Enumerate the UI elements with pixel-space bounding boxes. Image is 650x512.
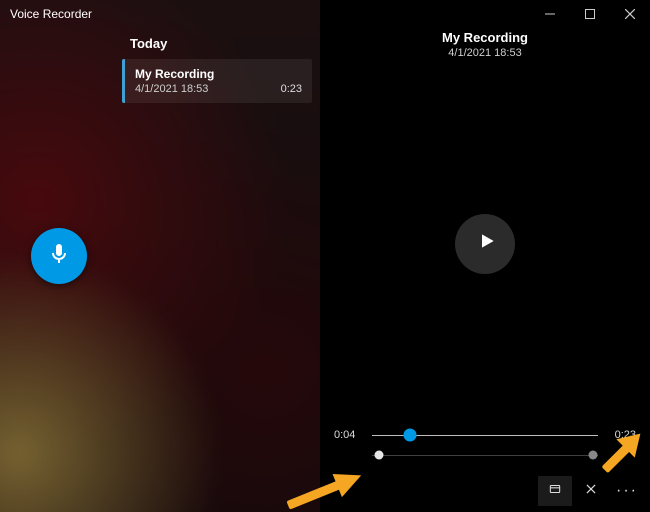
seek-row: 0:04 0:23 — [334, 428, 636, 442]
close-icon — [584, 482, 598, 501]
window-controls — [530, 0, 650, 28]
play-area — [320, 59, 650, 428]
maximize-button[interactable] — [570, 0, 610, 28]
play-icon — [474, 231, 497, 256]
current-time: 0:04 — [334, 429, 362, 441]
trim-button[interactable] — [538, 476, 572, 506]
seek-thumb[interactable] — [404, 429, 417, 442]
microphone-icon — [47, 242, 71, 271]
trim-icon — [548, 482, 562, 501]
recordings-list: Today My Recording 4/1/2021 18:53 0:23 — [118, 0, 320, 512]
titlebar: Voice Recorder — [0, 0, 650, 28]
playback-panel: My Recording 4/1/2021 18:53 0:04 0:23 — [320, 0, 650, 512]
playback-title: My Recording — [320, 30, 650, 45]
more-button[interactable]: ··· — [610, 482, 644, 500]
recording-duration: 0:23 — [281, 83, 302, 95]
app-window: Voice Recorder — [0, 0, 650, 512]
recordings-panel: Today My Recording 4/1/2021 18:53 0:23 — [0, 0, 320, 512]
total-time: 0:23 — [608, 429, 636, 441]
marker-track-line — [372, 455, 598, 456]
bottom-toolbar: ··· — [320, 474, 650, 512]
timeline-area: 0:04 0:23 — [320, 428, 650, 474]
record-column — [0, 0, 118, 512]
close-button[interactable] — [610, 0, 650, 28]
recording-date: 4/1/2021 18:53 — [135, 83, 300, 95]
marker-start[interactable] — [374, 451, 383, 460]
minimize-button[interactable] — [530, 0, 570, 28]
marker-end[interactable] — [589, 451, 598, 460]
marker-row — [334, 448, 636, 462]
delete-button[interactable] — [574, 476, 608, 506]
record-button[interactable] — [31, 228, 87, 284]
marker-track[interactable] — [372, 448, 598, 462]
group-header-today: Today — [118, 30, 316, 59]
seek-slider[interactable] — [372, 428, 598, 442]
recording-item[interactable]: My Recording 4/1/2021 18:53 0:23 — [122, 59, 312, 103]
recording-title: My Recording — [135, 67, 300, 81]
app-title: Voice Recorder — [10, 7, 92, 21]
playback-date: 4/1/2021 18:53 — [320, 47, 650, 59]
play-button[interactable] — [455, 214, 515, 274]
